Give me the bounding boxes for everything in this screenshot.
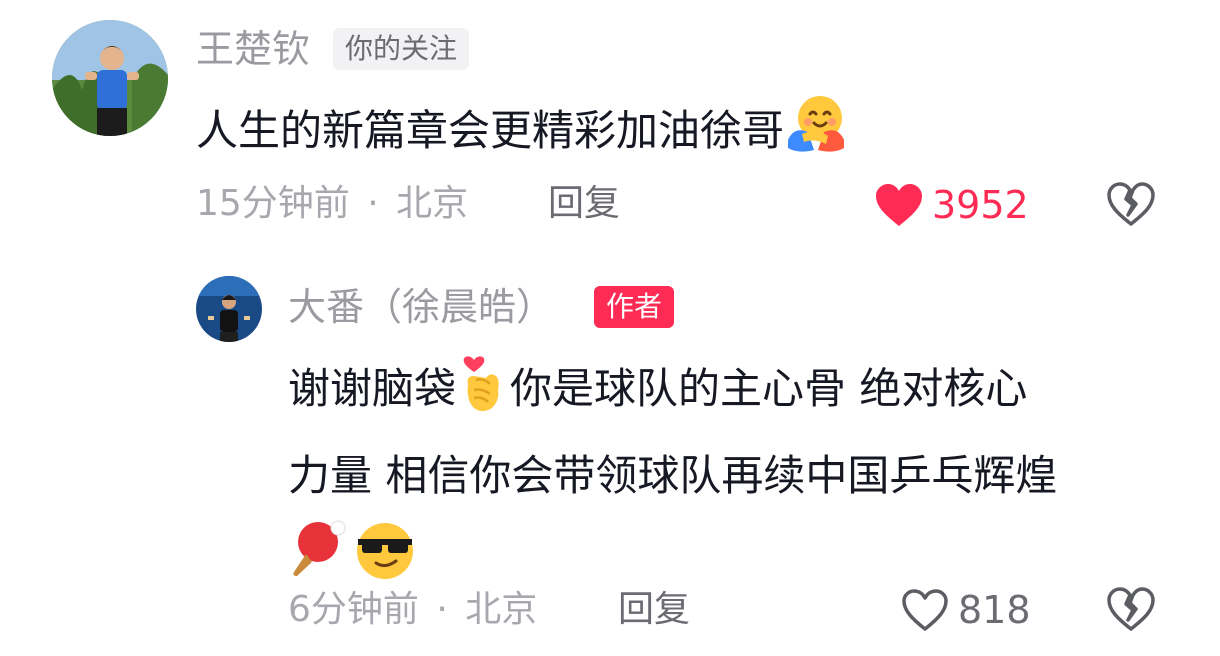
comment-line: 力量 相信你会带领球队再续中国乒乓辉煌 bbox=[288, 451, 1058, 500]
dislike-broken-heart-icon[interactable] bbox=[1106, 586, 1156, 632]
comment-text: 谢谢脑袋 你是球队的主心骨 绝对核心 力量 相信你会带领球队再续中国乒乓辉煌 bbox=[288, 350, 1188, 581]
following-badge: 你的关注 bbox=[333, 28, 470, 70]
comment-text: 人生的新篇章会更精彩加油徐哥 bbox=[196, 92, 1196, 175]
reply-button[interactable]: 回复 bbox=[618, 592, 690, 628]
meta-separator: · bbox=[436, 589, 448, 630]
comment-time: 15分钟前 bbox=[196, 183, 350, 224]
comment-location: 北京 bbox=[465, 589, 538, 630]
like-button[interactable]: 818 bbox=[900, 587, 1031, 633]
comment-location: 北京 bbox=[396, 183, 469, 224]
hugging-face-icon bbox=[784, 92, 848, 175]
heart-outline-icon bbox=[900, 587, 950, 633]
comment-meta: 6分钟前 · 北京 bbox=[288, 592, 537, 628]
sunglasses-face-icon bbox=[352, 515, 418, 600]
comment-text-part: 你是球队的主心骨 绝对核心 bbox=[510, 364, 1028, 413]
heart-filled-icon bbox=[874, 182, 924, 228]
username[interactable]: 王楚钦 bbox=[196, 30, 310, 68]
username[interactable]: 大番（徐晨皓） bbox=[288, 288, 554, 326]
like-count: 818 bbox=[958, 588, 1031, 632]
like-button[interactable]: 3952 bbox=[874, 182, 1029, 228]
dislike-broken-heart-icon[interactable] bbox=[1106, 181, 1156, 227]
comment-text-body: 人生的新篇章会更精彩加油徐哥 bbox=[196, 106, 785, 155]
meta-separator: · bbox=[367, 183, 379, 224]
like-count: 3952 bbox=[932, 183, 1029, 227]
avatar[interactable] bbox=[52, 20, 168, 136]
ping-pong-icon bbox=[288, 518, 348, 597]
finger-heart-icon bbox=[456, 350, 510, 433]
comment-meta: 15分钟前 · 北京 bbox=[196, 186, 468, 222]
comment-line bbox=[288, 515, 1188, 581]
comment-time: 6分钟前 bbox=[288, 589, 419, 630]
avatar[interactable] bbox=[196, 276, 262, 342]
reply-button[interactable]: 回复 bbox=[548, 186, 620, 222]
author-badge: 作者 bbox=[594, 286, 675, 328]
comment-line: 谢谢脑袋 你是球队的主心骨 绝对核心 bbox=[288, 350, 1188, 433]
comment-text-part: 谢谢脑袋 bbox=[288, 364, 457, 413]
